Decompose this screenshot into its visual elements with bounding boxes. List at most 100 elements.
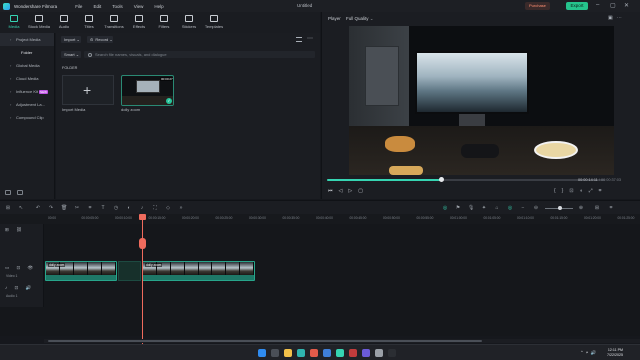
grid-view-icon[interactable]: ⊞ [594,205,600,211]
layout-icon[interactable]: ⊞ [5,205,11,211]
audio-tool-icon[interactable]: ♪ [139,205,145,211]
crop-clip-icon[interactable]: ⌗ [87,205,93,211]
import-media-tile[interactable]: + [62,75,114,105]
settings-icon[interactable] [375,349,383,357]
edge-icon[interactable] [297,349,305,357]
playhead-marker[interactable] [139,238,146,249]
tab-stickers[interactable]: Stickers [178,12,200,33]
step-back-icon[interactable]: ⏮ [328,188,333,194]
menu-help[interactable]: Help [154,4,163,9]
menu-tools[interactable]: Tools [112,4,123,9]
close-icon[interactable]: ✕ [624,2,629,9]
color-icon[interactable]: ◐ [126,205,132,211]
ai-icon[interactable]: ✦ [481,205,487,211]
filmora-icon[interactable] [336,349,344,357]
text-icon[interactable]: T [100,205,106,211]
render-icon[interactable]: ◎ [442,205,448,211]
crop-icon[interactable]: ⌗ [599,188,602,194]
file-explorer-icon[interactable] [284,349,292,357]
timeline-clip[interactable]: dolly zoom [45,261,117,281]
keyframe-icon[interactable]: ◇ [165,205,171,211]
menu-file[interactable]: File [75,4,82,9]
filter-icon[interactable] [296,37,302,42]
timeline-clip-gap[interactable] [118,261,141,281]
more-tools-icon[interactable]: » [178,205,184,211]
mark-out-icon[interactable]: } [562,188,564,194]
tab-templates[interactable]: Templates [203,12,225,33]
minimize-icon[interactable]: – [596,2,599,8]
sidebar-item-project-media[interactable]: Project Media [0,33,54,46]
video-track-controls-icon[interactable]: ▭ ⊡ 👁 [5,265,36,271]
split-icon[interactable]: ✂ [74,205,80,211]
store-icon[interactable] [362,349,370,357]
add-track-icon[interactable]: ⊞ ⛓ [5,227,25,233]
record-button[interactable]: ⊙ Record ⌄ [87,36,113,43]
video-preview[interactable] [349,26,614,175]
timeline-scroll-thumb[interactable] [48,340,482,342]
media-app-icon[interactable] [349,349,357,357]
progress-handle[interactable] [438,177,444,182]
import-button[interactable]: Import ⌄ [61,36,81,43]
play-back-icon[interactable]: ◁ [339,188,343,194]
terminal-icon[interactable] [388,349,396,357]
mark-in-icon[interactable]: { [554,188,556,194]
maximize-icon[interactable]: ▢ [610,2,616,9]
tab-stock-media[interactable]: Stock Media [28,12,50,33]
marker-icon[interactable]: ⚑ [455,205,461,211]
voiceover-icon[interactable]: 🎙 [468,205,474,211]
collapse-folder-icon[interactable] [17,190,23,195]
export-button[interactable]: Export [566,2,588,10]
sidebar-item-compound-clip[interactable]: Compound Clip [0,111,54,124]
zoom-in-icon[interactable]: ⊕ [578,205,584,211]
system-tray-icon[interactable]: ⌃◓🔊 [580,350,598,356]
tab-filters[interactable]: Filters [153,12,175,33]
tab-titles[interactable]: Titles [78,12,100,33]
search-input[interactable] [95,51,310,58]
start-icon[interactable] [258,349,266,357]
sidebar-item-cloud-media[interactable]: Cloud Media [0,72,54,85]
snapshot-icon[interactable]: ⊡ [569,188,573,194]
chrome-icon[interactable] [310,349,318,357]
timeline-settings-icon[interactable]: ⌗ [608,205,614,211]
media-clip-thumbnail[interactable]: 00:00:27 ✓ [121,75,174,106]
transform-icon[interactable]: ⛶ [152,205,158,211]
zoom-handle[interactable] [557,206,562,210]
menu-edit[interactable]: Edit [93,4,101,9]
speed-icon[interactable]: ◷ [113,205,119,211]
timeline-ruler[interactable]: 00:00 00:00:05:00 00:00:10:00 00:00:15:00 00… [0,214,640,224]
redo-icon[interactable]: ↷ [48,205,54,211]
smart-filter-dropdown[interactable]: Smart ⌄ [61,51,81,58]
sidebar-item-influence-kit[interactable]: Influence KitNEW [0,85,54,98]
menu-view[interactable]: View [134,4,144,9]
zoom-slider[interactable] [545,206,573,210]
fullscreen-icon[interactable]: ⤢ [589,188,593,194]
more-options-icon[interactable]: ⋯ [307,35,313,42]
undo-icon[interactable]: ↶ [35,205,41,211]
timeline-clip[interactable]: dolly zoom [142,261,255,281]
new-folder-icon[interactable] [5,190,11,195]
select-tool-icon[interactable]: ↖ [18,205,24,211]
sidebar-item-adjustment-layer[interactable]: Adjustment La... [0,98,54,111]
sidebar-item-folder[interactable]: Folder [0,46,54,59]
snap-icon[interactable]: ⌂ [494,205,500,211]
zoom-out-icon[interactable]: − [520,205,526,211]
playhead-handle[interactable] [139,214,146,220]
search-icon[interactable] [271,349,279,357]
tab-effects[interactable]: Effects [128,12,150,33]
fit-icon[interactable]: ⊖ [533,205,539,211]
quality-dropdown[interactable]: Full Quality [346,16,374,22]
taskbar-clock[interactable]: 12:11 PM 7/22/2025 [607,348,623,357]
timeline-scrollbar[interactable] [44,339,640,343]
volume-icon[interactable]: ◖ [580,188,583,194]
tab-transitions[interactable]: Transitions [103,12,125,33]
delete-icon[interactable]: 🗑 [61,205,67,211]
tab-audio[interactable]: Audio [53,12,75,33]
stop-icon[interactable]: ▢ [358,188,363,194]
purchase-button[interactable]: Purchase [525,2,550,10]
play-icon[interactable]: ▷ [348,188,352,194]
playhead-line[interactable] [142,214,143,344]
playback-progress-bar[interactable] [327,177,605,182]
magnet-icon[interactable]: ◎ [507,205,513,211]
audio-track-controls-icon[interactable]: ♪ ⊡ 🔊 [5,285,34,291]
player-options-icon[interactable]: ▣⋯ [608,15,626,21]
